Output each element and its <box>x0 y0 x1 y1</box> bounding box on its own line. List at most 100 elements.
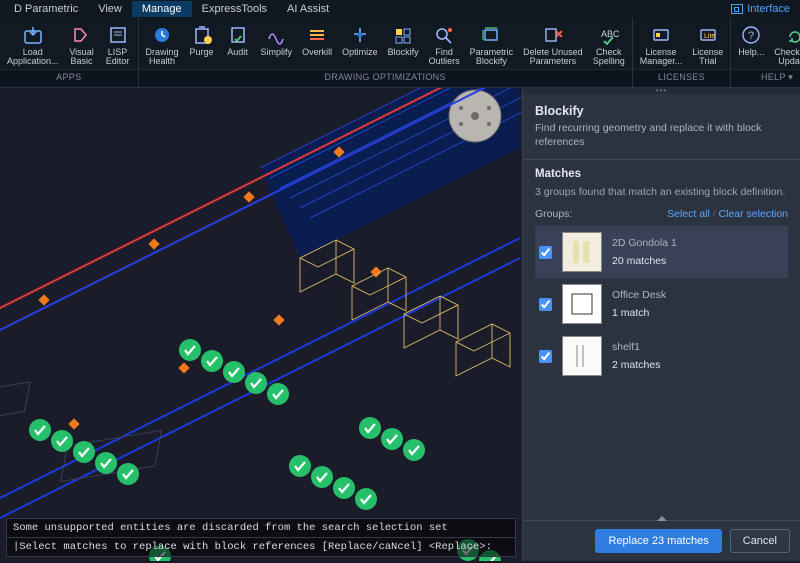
visual-basic-label: Visual Basic <box>69 48 93 67</box>
cancel-button[interactable]: Cancel <box>730 529 790 553</box>
match-thumbnail <box>562 284 602 324</box>
find-outliers-button[interactable]: Find Outliers <box>424 22 465 69</box>
command-line[interactable]: Some unsupported entities are discarded … <box>6 518 516 557</box>
lisp-editor-button[interactable]: LISP Editor <box>100 22 136 69</box>
ribbon-group-label: DRAWING OPTIMIZATIONS <box>139 69 632 86</box>
match-checkbox[interactable] <box>539 350 552 363</box>
matches-title: Matches <box>535 168 788 180</box>
ribbon: Load Application... Visual Basic LISP Edit… <box>0 18 800 88</box>
match-list: 2D Gondola 1 20 matches Office Desk 1 match… <box>535 226 788 382</box>
matches-sub: 3 groups found that match an existing bl… <box>535 186 788 198</box>
command-history-line: Some unsupported entities are discarded … <box>7 519 515 538</box>
menu-manage[interactable]: Manage <box>132 1 192 17</box>
visual-basic-button[interactable]: Visual Basic <box>64 22 100 69</box>
load-application-label: Load Application... <box>7 48 59 67</box>
help-icon: ? <box>738 24 764 46</box>
parametric-blockify-label: Parametric Blockify <box>470 48 514 67</box>
match-name: Office Desk <box>612 289 666 301</box>
license-trial-icon: Lite <box>695 24 721 46</box>
check-spelling-icon: ABC <box>596 24 622 46</box>
drawing-canvas[interactable]: Some unsupported entities are discarded … <box>0 88 522 561</box>
simplify-button[interactable]: Simplify <box>256 22 298 69</box>
match-checkbox[interactable] <box>539 246 552 259</box>
svg-text:Lite: Lite <box>704 33 715 40</box>
optimize-button[interactable]: Optimize <box>337 22 383 69</box>
license-manager-label: License Manager... <box>640 48 683 67</box>
optimize-label: Optimize <box>342 48 378 57</box>
drawing-health-icon <box>149 24 175 46</box>
match-row[interactable]: 2D Gondola 1 20 matches <box>535 226 788 278</box>
match-count: 1 match <box>612 307 666 319</box>
overkill-button[interactable]: Overkill <box>297 22 337 69</box>
audit-button[interactable]: Audit <box>220 22 256 69</box>
visual-basic-icon <box>69 24 95 46</box>
match-row[interactable]: shelf12 matches <box>535 330 788 382</box>
panel-desc: Find recurring geometry and replace it w… <box>523 122 800 159</box>
load-application-icon <box>20 24 46 46</box>
check-updates-button[interactable]: Check For Updates <box>769 22 800 69</box>
license-manager-button[interactable]: License Manager... <box>635 22 688 69</box>
purge-button[interactable]: Purge <box>184 22 220 69</box>
menu-ai-assist[interactable]: AI Assist <box>277 1 339 17</box>
clear-selection-link[interactable]: Clear selection <box>719 208 788 220</box>
lisp-editor-label: LISP Editor <box>106 48 130 67</box>
help-button[interactable]: ?Help... <box>733 22 769 69</box>
blockify-icon <box>390 24 416 46</box>
match-thumbnail <box>562 336 602 376</box>
simplify-label: Simplify <box>261 48 293 57</box>
ribbon-group-label: HELP ▾ <box>731 69 800 87</box>
audit-label: Audit <box>227 48 248 57</box>
overkill-label: Overkill <box>302 48 332 57</box>
check-updates-label: Check For Updates <box>774 48 800 67</box>
match-name: shelf1 <box>612 341 660 353</box>
overkill-icon <box>304 24 330 46</box>
select-all-link[interactable]: Select all <box>667 208 710 220</box>
drawing-health-label: Drawing Health <box>146 48 179 67</box>
replace-button[interactable]: Replace 23 matches <box>595 529 721 553</box>
svg-text:?: ? <box>748 30 754 42</box>
load-application-button[interactable]: Load Application... <box>2 22 64 69</box>
match-row[interactable]: Office Desk 1 match <box>535 278 788 330</box>
interface-button[interactable]: Interface <box>731 3 796 15</box>
panel-footer: Replace 23 matches Cancel <box>523 520 800 561</box>
delete-unused-parameters-label: Delete Unused Parameters <box>523 48 583 67</box>
delete-unused-parameters-button[interactable]: Delete Unused Parameters <box>518 22 588 69</box>
blockify-button[interactable]: Blockify <box>383 22 424 69</box>
matches-section: Matches 3 groups found that match an exi… <box>523 159 800 390</box>
interface-icon <box>731 4 743 14</box>
lisp-editor-icon <box>105 24 131 46</box>
license-manager-icon <box>648 24 674 46</box>
drawing-health-button[interactable]: Drawing Health <box>141 22 184 69</box>
purge-icon <box>189 24 215 46</box>
optimize-icon <box>347 24 373 46</box>
check-spelling-label: Check Spelling <box>593 48 625 67</box>
match-checkbox[interactable] <box>539 298 552 311</box>
parametric-blockify-button[interactable]: Parametric Blockify <box>465 22 519 69</box>
license-trial-label: License Trial <box>692 48 723 67</box>
groups-label: Groups: <box>535 208 572 220</box>
audit-icon <box>225 24 251 46</box>
find-outliers-icon <box>431 24 457 46</box>
check-spelling-button[interactable]: ABC Check Spelling <box>588 22 630 69</box>
delete-unused-parameters-icon <box>540 24 566 46</box>
match-thumbnail <box>562 232 602 272</box>
parametric-blockify-icon <box>478 24 504 46</box>
interface-label: Interface <box>747 3 790 15</box>
menu-view[interactable]: View <box>88 1 132 17</box>
simplify-icon <box>263 24 289 46</box>
match-count: 20 matches <box>612 255 677 267</box>
purge-label: Purge <box>190 48 214 57</box>
panel-title: Blockify <box>523 94 800 122</box>
check-updates-icon <box>782 24 800 46</box>
menu-expresstools[interactable]: ExpressTools <box>192 1 277 17</box>
menu-bar: D Parametric View Manage ExpressTools AI… <box>0 0 800 18</box>
find-outliers-label: Find Outliers <box>429 48 460 67</box>
blockify-label: Blockify <box>388 48 419 57</box>
menu-parametric[interactable]: D Parametric <box>4 1 88 17</box>
blockify-panel: ••• Blockify Find recurring geometry and… <box>522 88 800 561</box>
license-trial-button[interactable]: Lite License Trial <box>687 22 728 69</box>
match-name: 2D Gondola 1 <box>612 237 677 249</box>
ribbon-group-label: APPS <box>0 69 138 86</box>
svg-text:ABC: ABC <box>601 29 620 39</box>
command-prompt-line: |Select matches to replace with block re… <box>7 538 515 556</box>
